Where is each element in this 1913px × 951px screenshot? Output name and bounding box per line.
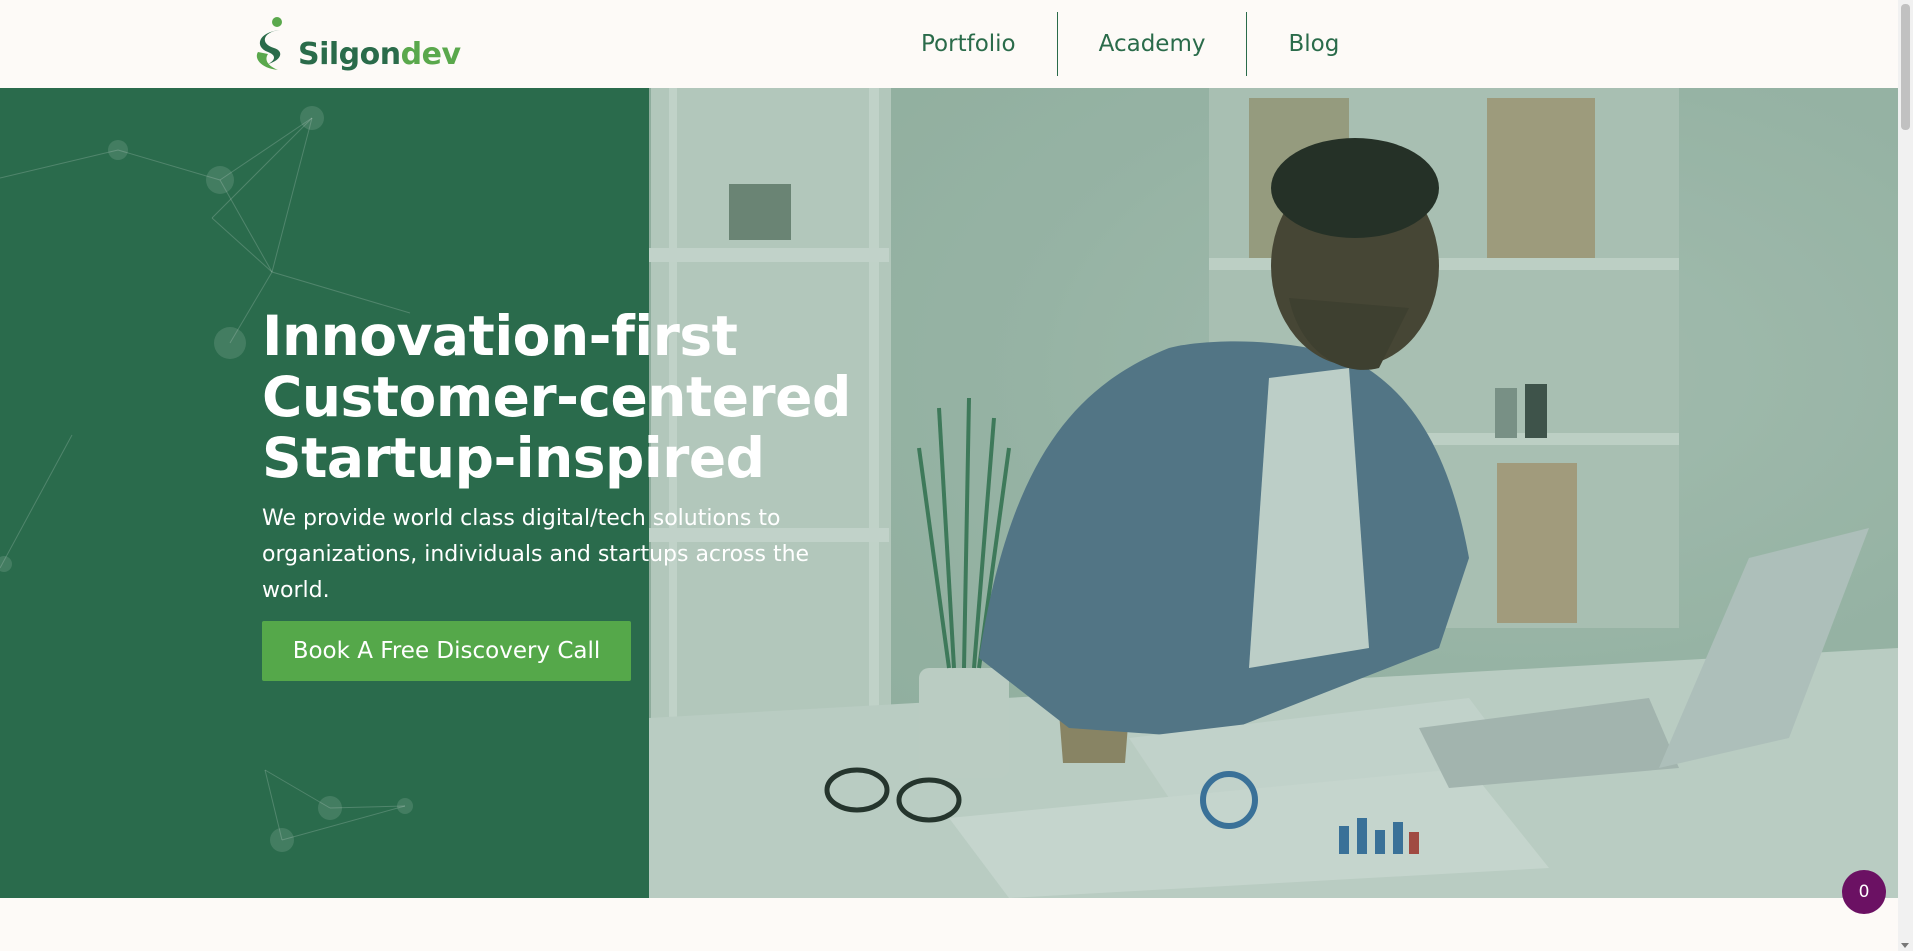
book-discovery-call-button[interactable]: Book A Free Discovery Call xyxy=(262,621,631,681)
nav-academy[interactable]: Academy xyxy=(1058,12,1247,76)
nav-blog[interactable]: Blog xyxy=(1247,12,1380,76)
scroll-down-arrow-icon[interactable] xyxy=(1901,943,1909,948)
next-section xyxy=(0,898,1898,951)
hero-title: Innovation-first Customer-centered Start… xyxy=(262,306,851,489)
logo-text-part2: dev xyxy=(400,37,461,72)
notification-badge[interactable]: 0 xyxy=(1842,870,1886,914)
logo[interactable]: Silgondev xyxy=(250,14,461,72)
logo-text: Silgondev xyxy=(298,40,461,72)
main-nav: Portfolio Academy Blog xyxy=(880,12,1380,76)
hero-image-tint xyxy=(649,88,1898,898)
scrollbar-thumb[interactable] xyxy=(1901,4,1910,130)
site-header: Silgondev Portfolio Academy Blog xyxy=(0,0,1898,88)
hero-subtitle: We provide world class digital/tech solu… xyxy=(262,506,810,603)
page-scrollbar[interactable] xyxy=(1898,0,1913,951)
nav-portfolio[interactable]: Portfolio xyxy=(880,12,1057,76)
logo-text-part1: Silgon xyxy=(298,37,401,72)
hero-title-line: Customer-centered xyxy=(262,365,851,429)
hero-green-panel xyxy=(0,88,649,898)
hero-title-line: Startup-inspired xyxy=(262,426,765,490)
hero-section: Innovation-first Customer-centered Start… xyxy=(0,88,1898,898)
logo-mark-icon xyxy=(256,17,282,70)
hero-title-line: Innovation-first xyxy=(262,304,738,368)
network-pattern-icon xyxy=(0,106,413,852)
